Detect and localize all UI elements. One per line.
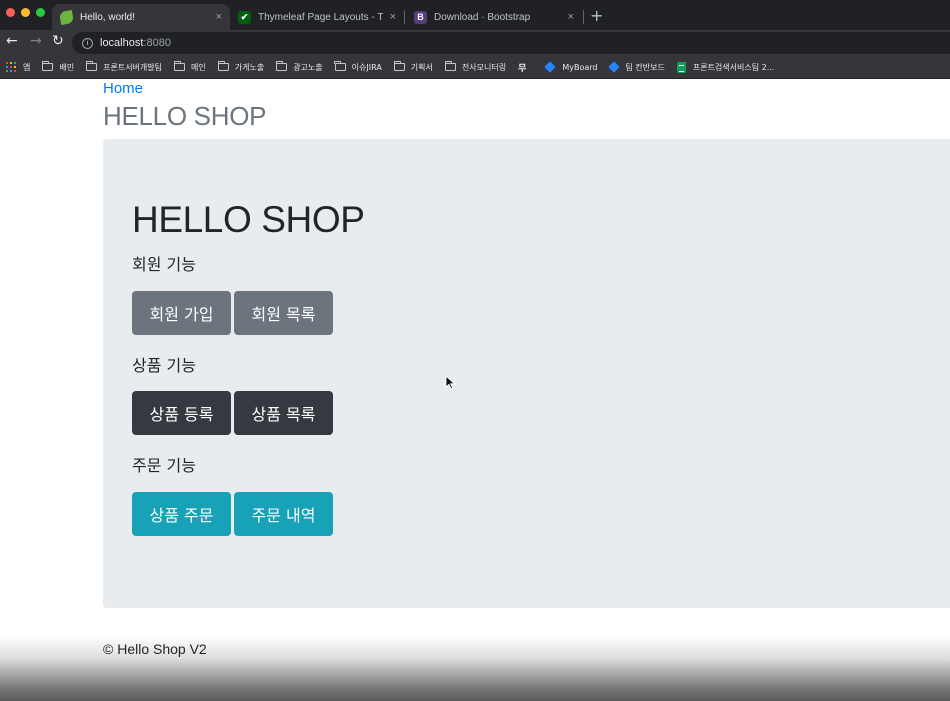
thymeleaf-check-icon: ✔	[238, 10, 251, 24]
window-zoom-button[interactable]	[36, 8, 45, 17]
browser-tab-bootstrap[interactable]: B Download · Bootstrap ×	[406, 4, 582, 30]
bookmark-team-kanban[interactable]: 팀 칸반보드	[607, 61, 665, 73]
bookmark-folder[interactable]: 메인	[173, 61, 206, 73]
bookmark-sheets[interactable]: 프론트검색서비스팀 2...	[676, 61, 774, 73]
bookmark-mu[interactable]: 무	[518, 61, 534, 74]
bookmark-folder[interactable]: 배민	[42, 61, 74, 73]
sheets-icon	[676, 61, 686, 73]
item-section-label: 상품 기능	[132, 356, 196, 375]
bootstrap-b-icon: B	[414, 10, 427, 24]
footer-copyright: © Hello Shop V2	[103, 641, 207, 657]
window-minimize-button[interactable]	[21, 8, 30, 17]
item-list-button[interactable]: 상품 목록	[234, 391, 333, 435]
forward-button[interactable]: →	[30, 33, 42, 49]
bookmark-folder[interactable]: 가게노출	[217, 61, 264, 73]
folder-icon	[42, 61, 54, 71]
order-history-button[interactable]: 주문 내역	[234, 492, 333, 536]
jira-icon	[544, 61, 557, 73]
bookmark-folder[interactable]: 이슈JIRA	[334, 61, 382, 73]
bookmarks-bar: 앱 배민 프론트서버개발팀 메인 가게노출 광고노출 이슈JIRA 기획서 전사…	[0, 56, 950, 79]
folder-icon	[334, 61, 346, 71]
reload-button[interactable]: ↻	[52, 33, 64, 49]
close-tab-icon[interactable]: ×	[216, 11, 222, 23]
member-signup-button[interactable]: 회원 가입	[132, 291, 231, 335]
tab-separator	[583, 10, 584, 24]
tab-separator	[404, 10, 405, 24]
browser-tab-hello-world[interactable]: Hello, world! ×	[52, 4, 230, 30]
folder-icon	[275, 61, 288, 71]
close-tab-icon[interactable]: ×	[568, 11, 574, 23]
site-info-icon[interactable]: i	[82, 37, 93, 49]
jumbotron-title: HELLO SHOP	[132, 199, 365, 240]
close-tab-icon[interactable]: ×	[390, 11, 396, 23]
browser-tab-thymeleaf[interactable]: ✔ Thymeleaf Page Layouts - Thy ×	[230, 4, 404, 30]
item-register-button[interactable]: 상품 등록	[132, 391, 231, 435]
bookmark-myboard[interactable]: MyBoard	[544, 61, 598, 73]
bookmark-folder[interactable]: 기획서	[393, 61, 433, 73]
address-bar[interactable]: i localhost :8080	[72, 32, 950, 54]
new-tab-button[interactable]: +	[590, 6, 603, 25]
folder-icon	[393, 61, 405, 71]
apps-grid-icon	[6, 62, 16, 72]
url-host: localhost	[100, 37, 144, 49]
bookmark-folder[interactable]: 전사모니터링	[444, 61, 506, 73]
order-create-button[interactable]: 상품 주문	[132, 492, 231, 536]
mu-icon: 무	[518, 63, 527, 74]
browser-toolbar: ← → ↻ i localhost :8080	[0, 30, 950, 56]
spring-leaf-icon	[58, 9, 75, 25]
bookmark-folder[interactable]: 광고노출	[275, 61, 323, 73]
member-list-button[interactable]: 회원 목록	[234, 291, 333, 335]
browser-tab-bar: Hello, world! × ✔ Thymeleaf Page Layouts…	[0, 0, 950, 30]
home-link[interactable]: Home	[103, 80, 143, 97]
jira-icon	[607, 61, 620, 73]
page-header-title: HELLO SHOP	[103, 101, 267, 131]
member-section-label: 회원 기능	[132, 255, 196, 274]
folder-icon	[85, 61, 98, 71]
folder-icon	[173, 61, 185, 71]
jumbotron: HELLO SHOP 회원 기능 회원 가입 회원 목록 상품 기능 상품 등록…	[103, 139, 950, 608]
mouse-cursor-icon	[445, 375, 456, 390]
url-port: :8080	[143, 37, 171, 49]
folder-icon	[217, 61, 229, 71]
window-close-button[interactable]	[6, 8, 15, 17]
bookmark-folder[interactable]: 프론트서버개발팀	[85, 61, 162, 73]
bookmark-apps[interactable]: 앱	[6, 62, 30, 73]
order-section-label: 주문 기능	[132, 456, 196, 475]
folder-icon	[444, 61, 456, 71]
back-button[interactable]: ←	[6, 33, 18, 49]
